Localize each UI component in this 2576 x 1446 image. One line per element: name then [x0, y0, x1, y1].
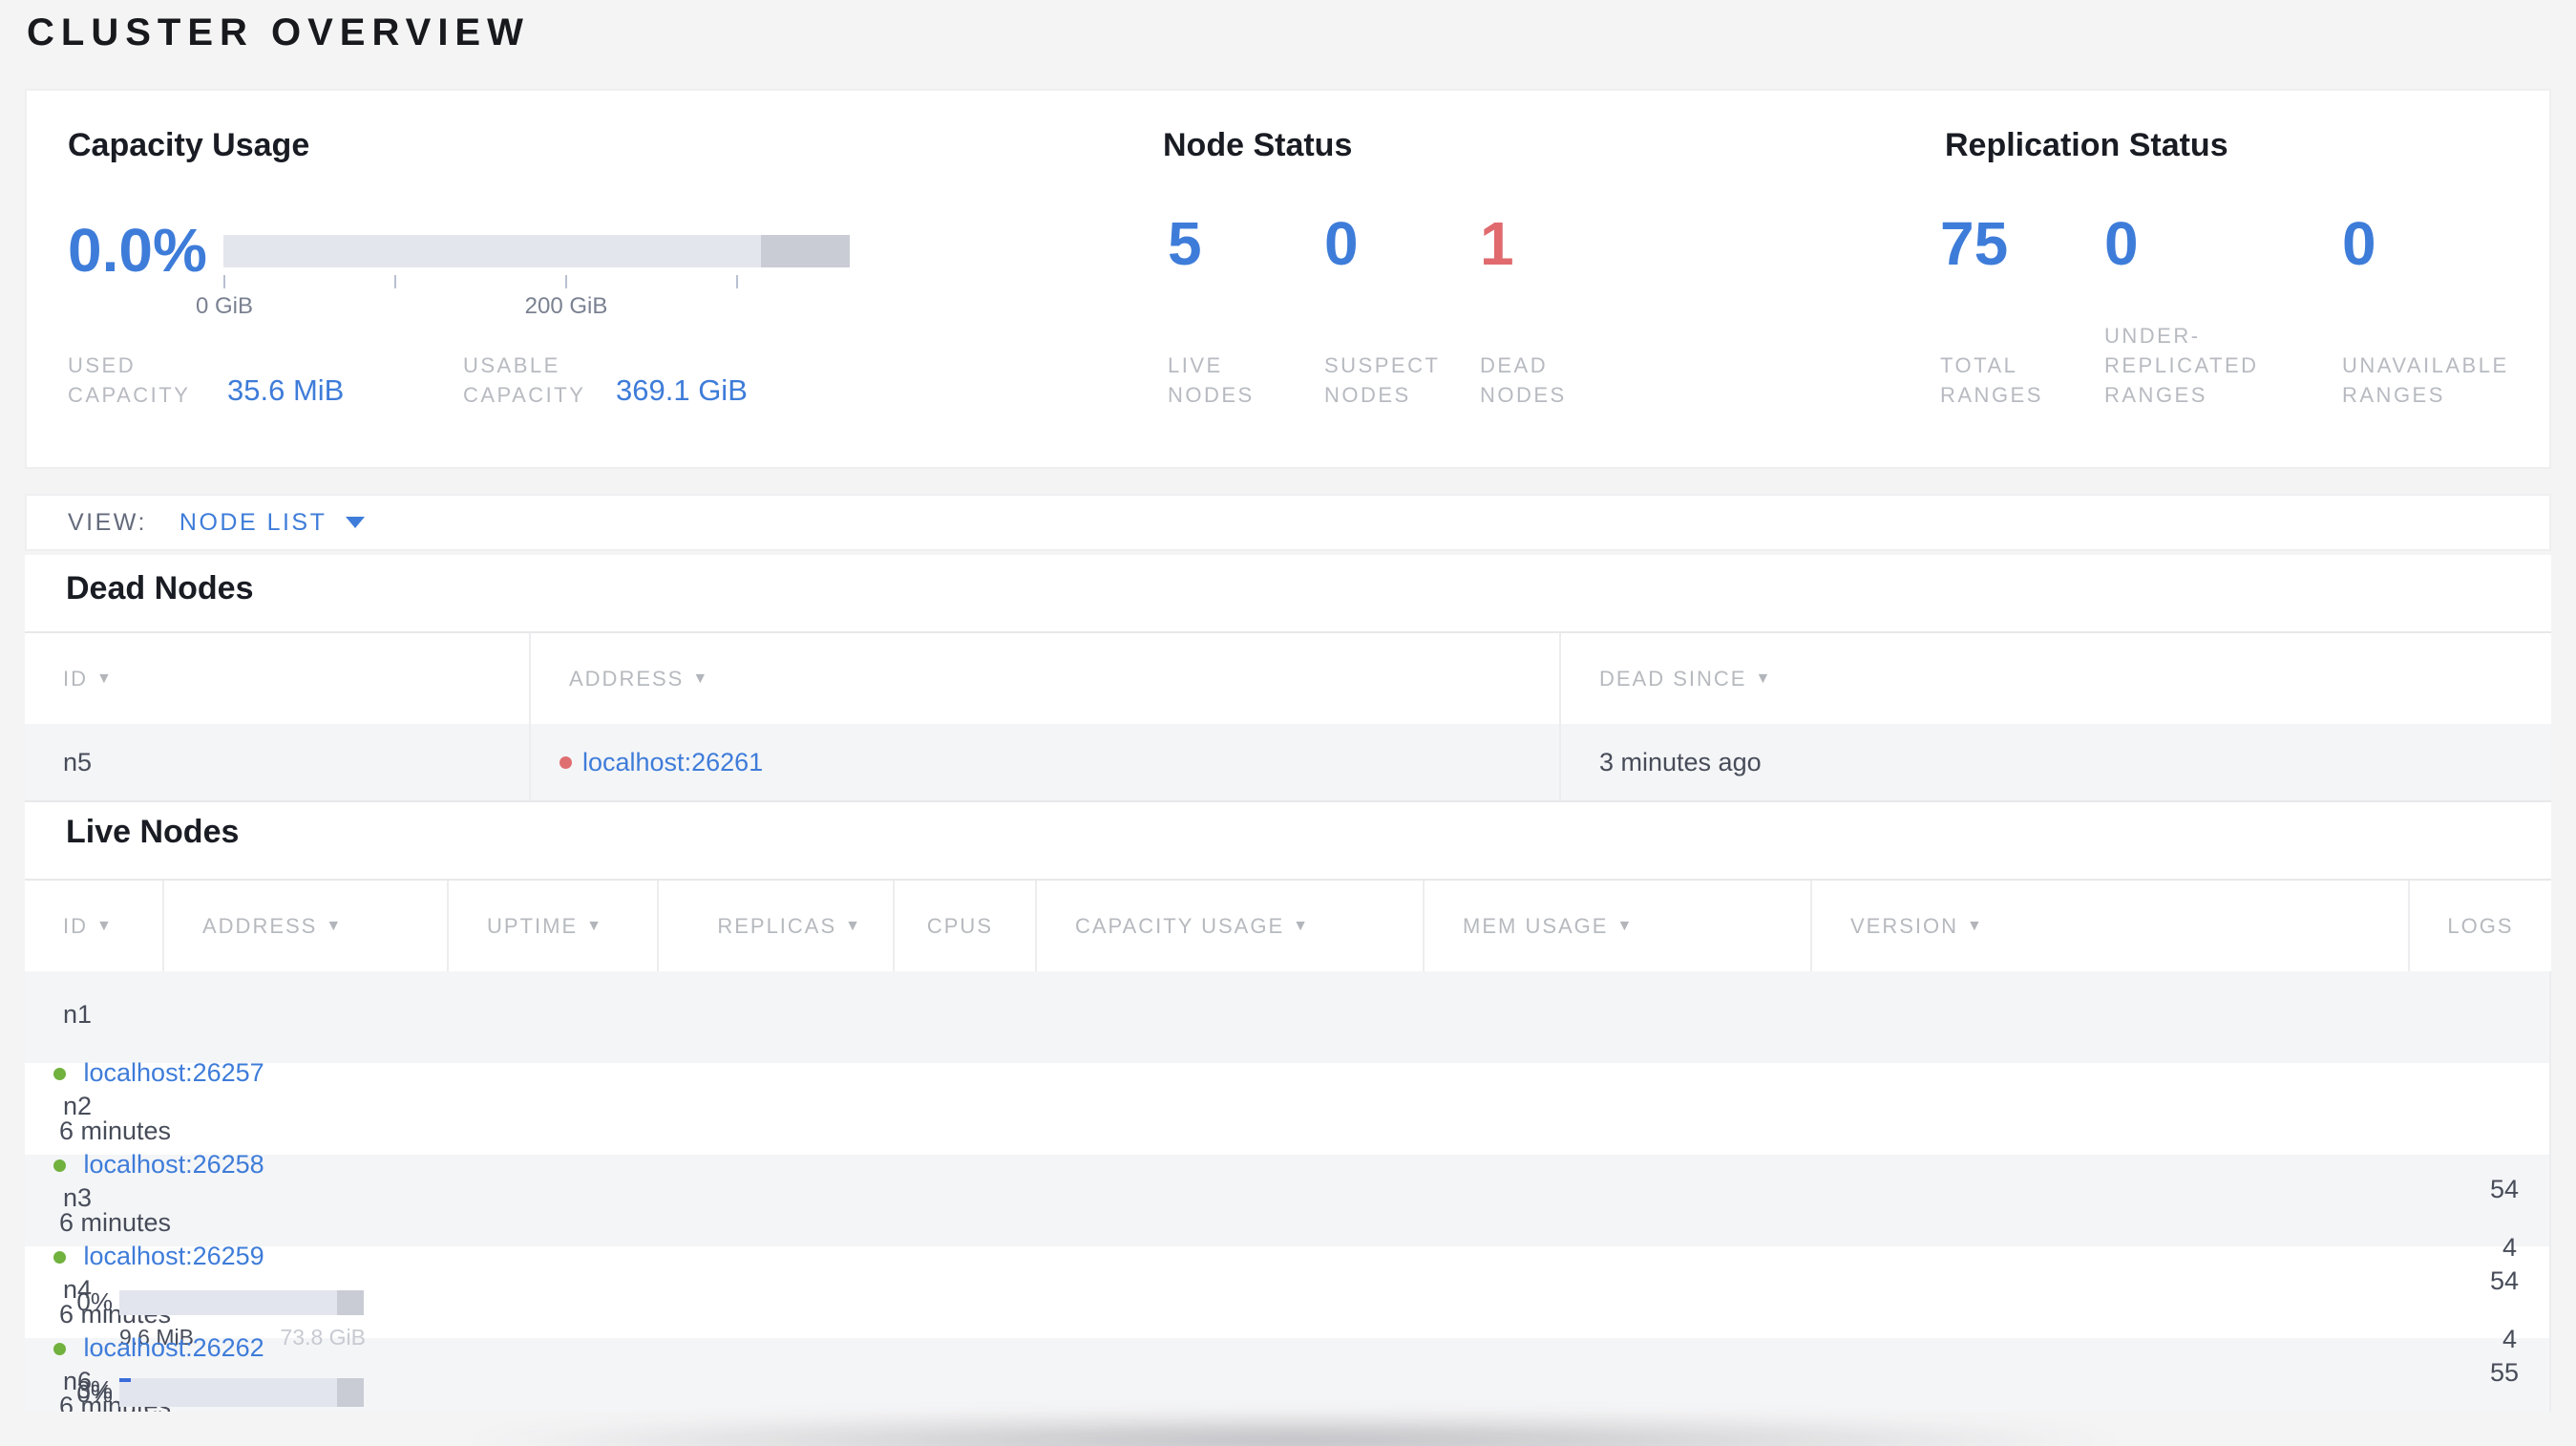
capacity-usage-title: Capacity Usage — [68, 127, 310, 163]
node-id-cell: n1 — [25, 971, 2551, 1030]
capacity-percent: 0.0% — [68, 216, 207, 285]
suspect-nodes-count: 0 — [1324, 209, 1359, 278]
capacity-usage-bar — [119, 1289, 364, 1315]
column-header-id[interactable]: ID ▼ — [25, 881, 164, 971]
view-label: VIEW: — [68, 508, 147, 536]
sort-arrow-icon: ▼ — [1293, 917, 1310, 934]
unavailable-ranges-count: 0 — [2342, 209, 2376, 278]
column-header-address[interactable]: ADDRESS ▼ — [531, 633, 1561, 724]
column-header-logs: LOGS — [2447, 913, 2514, 938]
node-id-cell: n5 — [25, 724, 531, 800]
view-selector-bar: VIEW: NODE LIST — [25, 494, 2551, 551]
table-row: n5 localhost:26261 3 minutes ago — [25, 724, 2551, 802]
sort-arrow-icon: ▼ — [845, 917, 862, 934]
axis-tick — [394, 275, 396, 288]
node-status-title: Node Status — [1163, 127, 1353, 163]
usable-capacity-value: 369.1 GiB — [616, 373, 748, 407]
dead-since-cell: 3 minutes ago — [1599, 747, 1762, 776]
node-address-link[interactable]: localhost:26262 — [84, 1333, 264, 1362]
table-row: n4 localhost:26262 6 minutes 53 4 0% 4.6… — [25, 1246, 2551, 1412]
node-address-link[interactable]: localhost:26258 — [84, 1150, 264, 1179]
capacity-gauge-dark-segment — [761, 235, 850, 267]
sort-arrow-icon: ▼ — [692, 670, 710, 687]
live-nodes-header-row: ID ▼ ADDRESS ▼ UPTIME ▼ REPLICAS ▼ CPUS — [25, 881, 2551, 971]
view-dropdown[interactable]: NODE LIST — [179, 509, 327, 537]
scroll-shadow — [420, 1414, 2167, 1446]
table-row: n1 localhost:26257 6 minutes 54 4 0% 9.6… — [25, 971, 2551, 1412]
sort-arrow-icon: ▼ — [1755, 670, 1773, 687]
usable-capacity-label: USABLE CAPACITY — [463, 353, 586, 407]
sort-arrow-icon: ▼ — [586, 917, 603, 934]
live-nodes-rows: n1 localhost:26257 6 minutes 54 4 0% 9.6… — [25, 971, 2551, 1412]
column-header-uptime[interactable]: UPTIME ▼ — [449, 881, 659, 971]
dead-nodes-header-row: ID ▼ ADDRESS ▼ DEAD SINCE ▼ — [25, 633, 2551, 724]
axis-tick-label: 0 GiB — [195, 293, 254, 319]
sort-arrow-icon: ▼ — [326, 917, 344, 934]
capacity-gauge-bar — [223, 235, 850, 267]
column-header-cpus: CPUS — [895, 881, 1037, 971]
live-status-icon — [53, 1068, 66, 1080]
used-capacity-value: 35.6 MiB — [227, 373, 345, 407]
axis-tick — [223, 275, 225, 288]
live-nodes-heading: Live Nodes — [66, 814, 240, 850]
capacity-total-value: 73.8 GiB — [280, 1325, 367, 1350]
capacity-bar-dark-segment — [337, 1289, 364, 1315]
sort-arrow-icon: ▼ — [96, 670, 114, 687]
live-status-icon — [53, 1343, 66, 1355]
under-replicated-ranges-count: 0 — [2104, 209, 2139, 278]
capacity-bar-dark-segment — [337, 1381, 364, 1407]
node-list-panel: Dead Nodes ID ▼ ADDRESS ▼ DEAD SINCE ▼ n… — [25, 555, 2551, 1412]
node-address-link[interactable]: localhost:26259 — [84, 1242, 264, 1270]
live-nodes-table: ID ▼ ADDRESS ▼ UPTIME ▼ REPLICAS ▼ CPUS — [25, 879, 2551, 1412]
capacity-usage-bar — [119, 1381, 364, 1407]
axis-tick — [736, 275, 738, 288]
chevron-down-icon[interactable] — [346, 517, 366, 528]
page-title: CLUSTER OVERVIEW — [27, 11, 530, 53]
dead-nodes-count: 1 — [1480, 209, 1514, 278]
dead-nodes-heading: Dead Nodes — [66, 570, 254, 606]
column-header-id[interactable]: ID ▼ — [25, 633, 531, 724]
used-capacity-label: USED CAPACITY — [68, 353, 191, 407]
suspect-nodes-label: SUSPECT NODES — [1324, 353, 1441, 407]
replication-status-title: Replication Status — [1945, 127, 2228, 163]
column-header-replicas[interactable]: REPLICAS ▼ — [659, 881, 895, 971]
column-header-version[interactable]: VERSION ▼ — [1812, 881, 2410, 971]
column-header-capacity-usage[interactable]: CAPACITY USAGE ▼ — [1037, 881, 1425, 971]
column-header-address[interactable]: ADDRESS ▼ — [164, 881, 449, 971]
total-ranges-label: TOTAL RANGES — [1940, 353, 2043, 407]
sort-arrow-icon: ▼ — [1616, 917, 1635, 934]
node-address-link[interactable]: localhost:26257 — [84, 1058, 264, 1087]
under-replicated-ranges-label: UNDER- REPLICATED RANGES — [2104, 324, 2259, 407]
sort-arrow-icon: ▼ — [96, 917, 114, 934]
sort-arrow-icon: ▼ — [1967, 917, 1984, 934]
node-id-cell: n2 — [25, 1063, 2551, 1121]
node-id-cell: n4 — [25, 1246, 2551, 1305]
node-address-cell: localhost:26260 — [25, 1396, 2551, 1412]
dead-nodes-label: DEAD NODES — [1480, 353, 1567, 407]
live-status-icon — [53, 1159, 66, 1172]
node-id-cell: n3 — [25, 1155, 2551, 1213]
live-nodes-label: LIVE NODES — [1168, 353, 1255, 407]
summary-card: Capacity Usage 0.0% 0 GiB 200 GiB USED C… — [25, 89, 2551, 469]
table-row: n3 localhost:26259 6 minutes 55 4 0% 8.6… — [25, 1155, 2551, 1412]
node-address-link[interactable]: localhost:26261 — [582, 748, 763, 777]
node-address-cell: localhost:26261 — [531, 724, 1561, 800]
axis-tick-label: 200 GiB — [524, 293, 608, 319]
axis-tick — [565, 275, 567, 288]
column-header-dead-since[interactable]: DEAD SINCE ▼ — [1561, 633, 2551, 724]
table-row: n6 localhost:26260 6 minutes 55 4 0% 7.8… — [25, 1338, 2551, 1412]
total-ranges-count: 75 — [1940, 209, 2009, 278]
unavailable-ranges-label: UNAVAILABLE RANGES — [2342, 353, 2509, 407]
table-row: n2 localhost:26258 6 minutes 54 4 0% 5.0… — [25, 1063, 2551, 1412]
cluster-overview-page: CLUSTER OVERVIEW Capacity Usage 0.0% 0 G… — [0, 0, 2576, 1446]
node-id-cell: n6 — [25, 1338, 2551, 1396]
dead-status-icon — [560, 755, 572, 769]
dead-nodes-table: ID ▼ ADDRESS ▼ DEAD SINCE ▼ n5 localhost… — [25, 631, 2551, 802]
live-status-icon — [53, 1251, 66, 1264]
live-nodes-count: 5 — [1168, 209, 1202, 278]
column-header-mem-usage[interactable]: MEM USAGE ▼ — [1425, 881, 1812, 971]
